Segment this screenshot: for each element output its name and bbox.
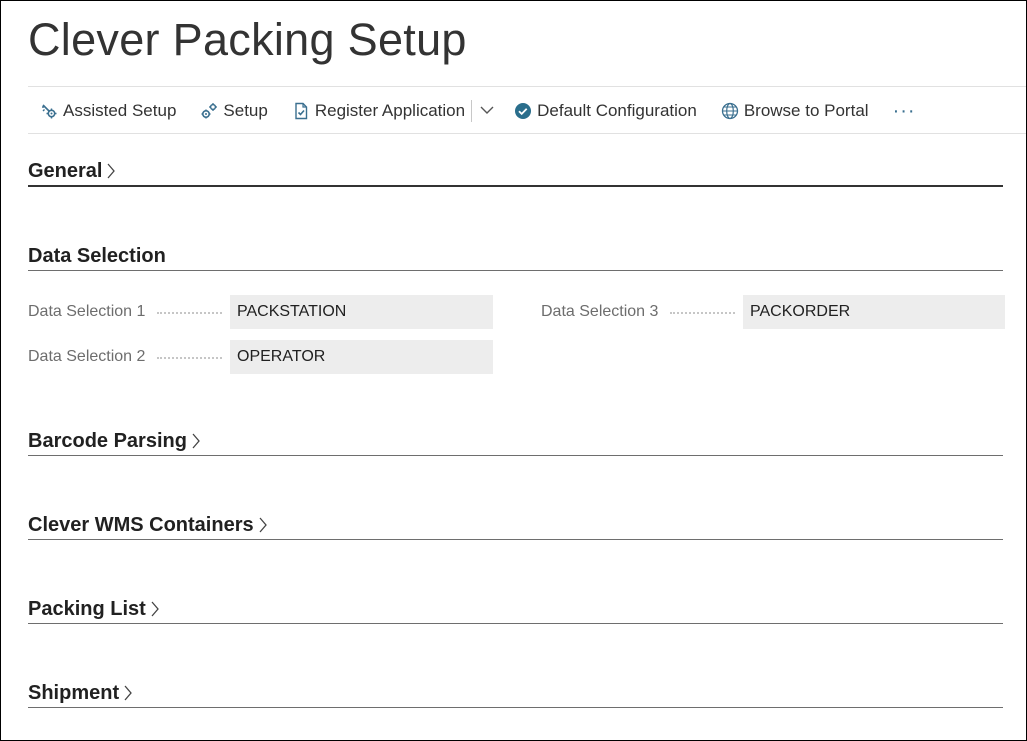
section-general: General xyxy=(28,159,1003,187)
section-packing-list-toggle[interactable]: Packing List xyxy=(28,597,160,621)
chevron-right-icon xyxy=(258,516,268,534)
data-selection-2-row: Data Selection 2 xyxy=(28,340,493,374)
setup-gears-icon xyxy=(200,102,218,120)
section-shipment-title: Shipment xyxy=(28,682,120,704)
section-general-title: General xyxy=(28,160,103,182)
document-check-icon xyxy=(292,102,310,120)
action-bar: Assisted Setup Setup Register Applicatio… xyxy=(28,93,1026,129)
section-barcode-parsing: Barcode Parsing xyxy=(28,429,1003,456)
register-application-dropdown[interactable] xyxy=(472,95,502,127)
action-bar-divider xyxy=(28,133,1026,134)
leader-dots xyxy=(670,311,735,314)
title-divider xyxy=(28,86,1026,87)
section-barcode-parsing-toggle[interactable]: Barcode Parsing xyxy=(28,429,201,453)
assisted-setup-label: Assisted Setup xyxy=(63,101,177,120)
data-selection-2-field[interactable] xyxy=(230,340,493,374)
chevron-right-icon xyxy=(150,600,160,618)
register-application-label: Register Application xyxy=(314,101,466,120)
data-selection-1-row: Data Selection 1 xyxy=(28,295,493,329)
data-selection-1-field[interactable] xyxy=(230,295,493,329)
assisted-setup-icon xyxy=(40,102,58,120)
default-configuration-label: Default Configuration xyxy=(537,101,697,120)
data-selection-3-field[interactable] xyxy=(743,295,1005,329)
section-packing-list: Packing List xyxy=(28,597,1003,624)
leader-dots xyxy=(157,356,222,359)
chevron-right-icon xyxy=(191,432,201,450)
chevron-right-icon xyxy=(123,684,133,702)
data-selection-2-label: Data Selection 2 xyxy=(28,348,146,365)
chevron-right-icon xyxy=(106,162,116,180)
section-shipment-toggle[interactable]: Shipment xyxy=(28,681,133,705)
data-selection-3-label: Data Selection 3 xyxy=(541,303,659,320)
chevron-down-icon xyxy=(480,102,494,120)
more-options-button[interactable]: ··· xyxy=(881,95,928,127)
section-clever-wms-containers: Clever WMS Containers xyxy=(28,513,1003,540)
section-shipment: Shipment xyxy=(28,681,1003,708)
default-configuration-button[interactable]: Default Configuration xyxy=(502,95,709,127)
globe-icon xyxy=(721,102,739,120)
section-clever-wms-containers-title: Clever WMS Containers xyxy=(28,514,254,536)
data-selection-3-row: Data Selection 3 xyxy=(541,295,1005,329)
section-packing-list-title: Packing List xyxy=(28,598,146,620)
section-data-selection-toggle[interactable]: Data Selection xyxy=(28,244,166,268)
data-selection-1-label: Data Selection 1 xyxy=(28,303,146,320)
check-circle-icon xyxy=(514,102,532,120)
assisted-setup-button[interactable]: Assisted Setup xyxy=(28,95,188,127)
browse-to-portal-label: Browse to Portal xyxy=(743,101,869,120)
section-barcode-parsing-title: Barcode Parsing xyxy=(28,430,187,452)
leader-dots xyxy=(157,311,222,314)
browse-to-portal-button[interactable]: Browse to Portal xyxy=(709,95,881,127)
section-data-selection: Data Selection xyxy=(28,244,1003,271)
section-general-toggle[interactable]: General xyxy=(28,159,116,183)
setup-button[interactable]: Setup xyxy=(188,95,279,127)
page-frame: Clever Packing Setup Assisted Setup Setu… xyxy=(0,0,1027,741)
page-title: Clever Packing Setup xyxy=(28,14,467,65)
section-data-selection-title: Data Selection xyxy=(28,245,166,267)
section-clever-wms-containers-toggle[interactable]: Clever WMS Containers xyxy=(28,513,268,537)
register-application-button[interactable]: Register Application xyxy=(280,95,477,127)
setup-label: Setup xyxy=(223,101,268,120)
